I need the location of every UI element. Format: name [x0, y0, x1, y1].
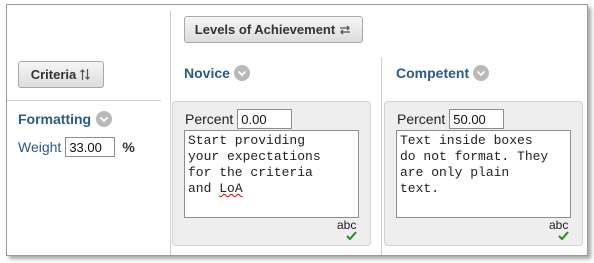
percent-input[interactable] — [237, 109, 293, 129]
weight-input[interactable] — [65, 137, 116, 157]
chevron-down-icon[interactable] — [473, 65, 490, 81]
description-line: Start providing — [188, 133, 306, 148]
levels-of-achievement-button[interactable]: Levels of Achievement — [184, 16, 363, 43]
column-name: Novice — [184, 65, 230, 81]
weight-label: Weight — [18, 139, 62, 155]
sort-arrows-icon — [79, 68, 91, 81]
criterion-label: Formatting — [18, 111, 92, 127]
criteria-sort-button[interactable]: Criteria — [18, 61, 104, 88]
percent-label: Percent — [185, 111, 234, 127]
percent-input[interactable] — [449, 109, 505, 129]
description-line: do not format. They — [400, 149, 549, 164]
level-cell-novice: Percent Start providing your expectation… — [172, 101, 371, 246]
chevron-down-icon[interactable] — [96, 111, 113, 127]
checkmark-icon — [346, 229, 357, 243]
criteria-divider — [7, 100, 161, 101]
misspelled-word[interactable]: LoA — [219, 181, 242, 196]
description-line: and — [188, 181, 220, 196]
swap-arrows-icon — [338, 24, 352, 36]
description-line: are only plain — [400, 165, 510, 180]
resize-grip-icon[interactable] — [349, 208, 356, 215]
description-line: Text inside boxes — [400, 133, 533, 148]
checkmark-icon — [558, 229, 569, 243]
criterion-name: Formatting — [18, 111, 113, 127]
levels-button-label: Levels of Achievement — [194, 22, 336, 37]
resize-grip-icon[interactable] — [561, 208, 568, 215]
description-line: for the criteria — [188, 165, 313, 180]
column-header-novice: Novice — [184, 65, 250, 81]
level-cell-competent: Percent Text inside boxes do not format.… — [384, 101, 583, 246]
column-header-competent: Competent — [396, 65, 490, 81]
spellcheck-button[interactable]: abc — [549, 219, 569, 243]
spellcheck-button[interactable]: abc — [337, 219, 357, 243]
description-line: your expectations — [188, 149, 321, 164]
weight-row: Weight % — [18, 137, 135, 157]
criteria-button-label: Criteria — [30, 67, 77, 82]
description-textarea[interactable]: Text inside boxes do not format. They ar… — [396, 130, 571, 218]
percent-row: Percent — [185, 109, 293, 129]
chevron-down-icon[interactable] — [233, 65, 250, 81]
column-divider — [381, 57, 382, 255]
weight-unit: % — [122, 139, 135, 155]
rubric-editor: Levels of Achievement Criteria Novice Co… — [6, 4, 588, 256]
percent-label: Percent — [397, 111, 446, 127]
description-line: text. — [400, 181, 440, 196]
column-divider — [170, 11, 171, 255]
description-textarea[interactable]: Start providing your expectations for th… — [184, 130, 359, 218]
column-name: Competent — [396, 65, 470, 81]
percent-row: Percent — [397, 109, 505, 129]
